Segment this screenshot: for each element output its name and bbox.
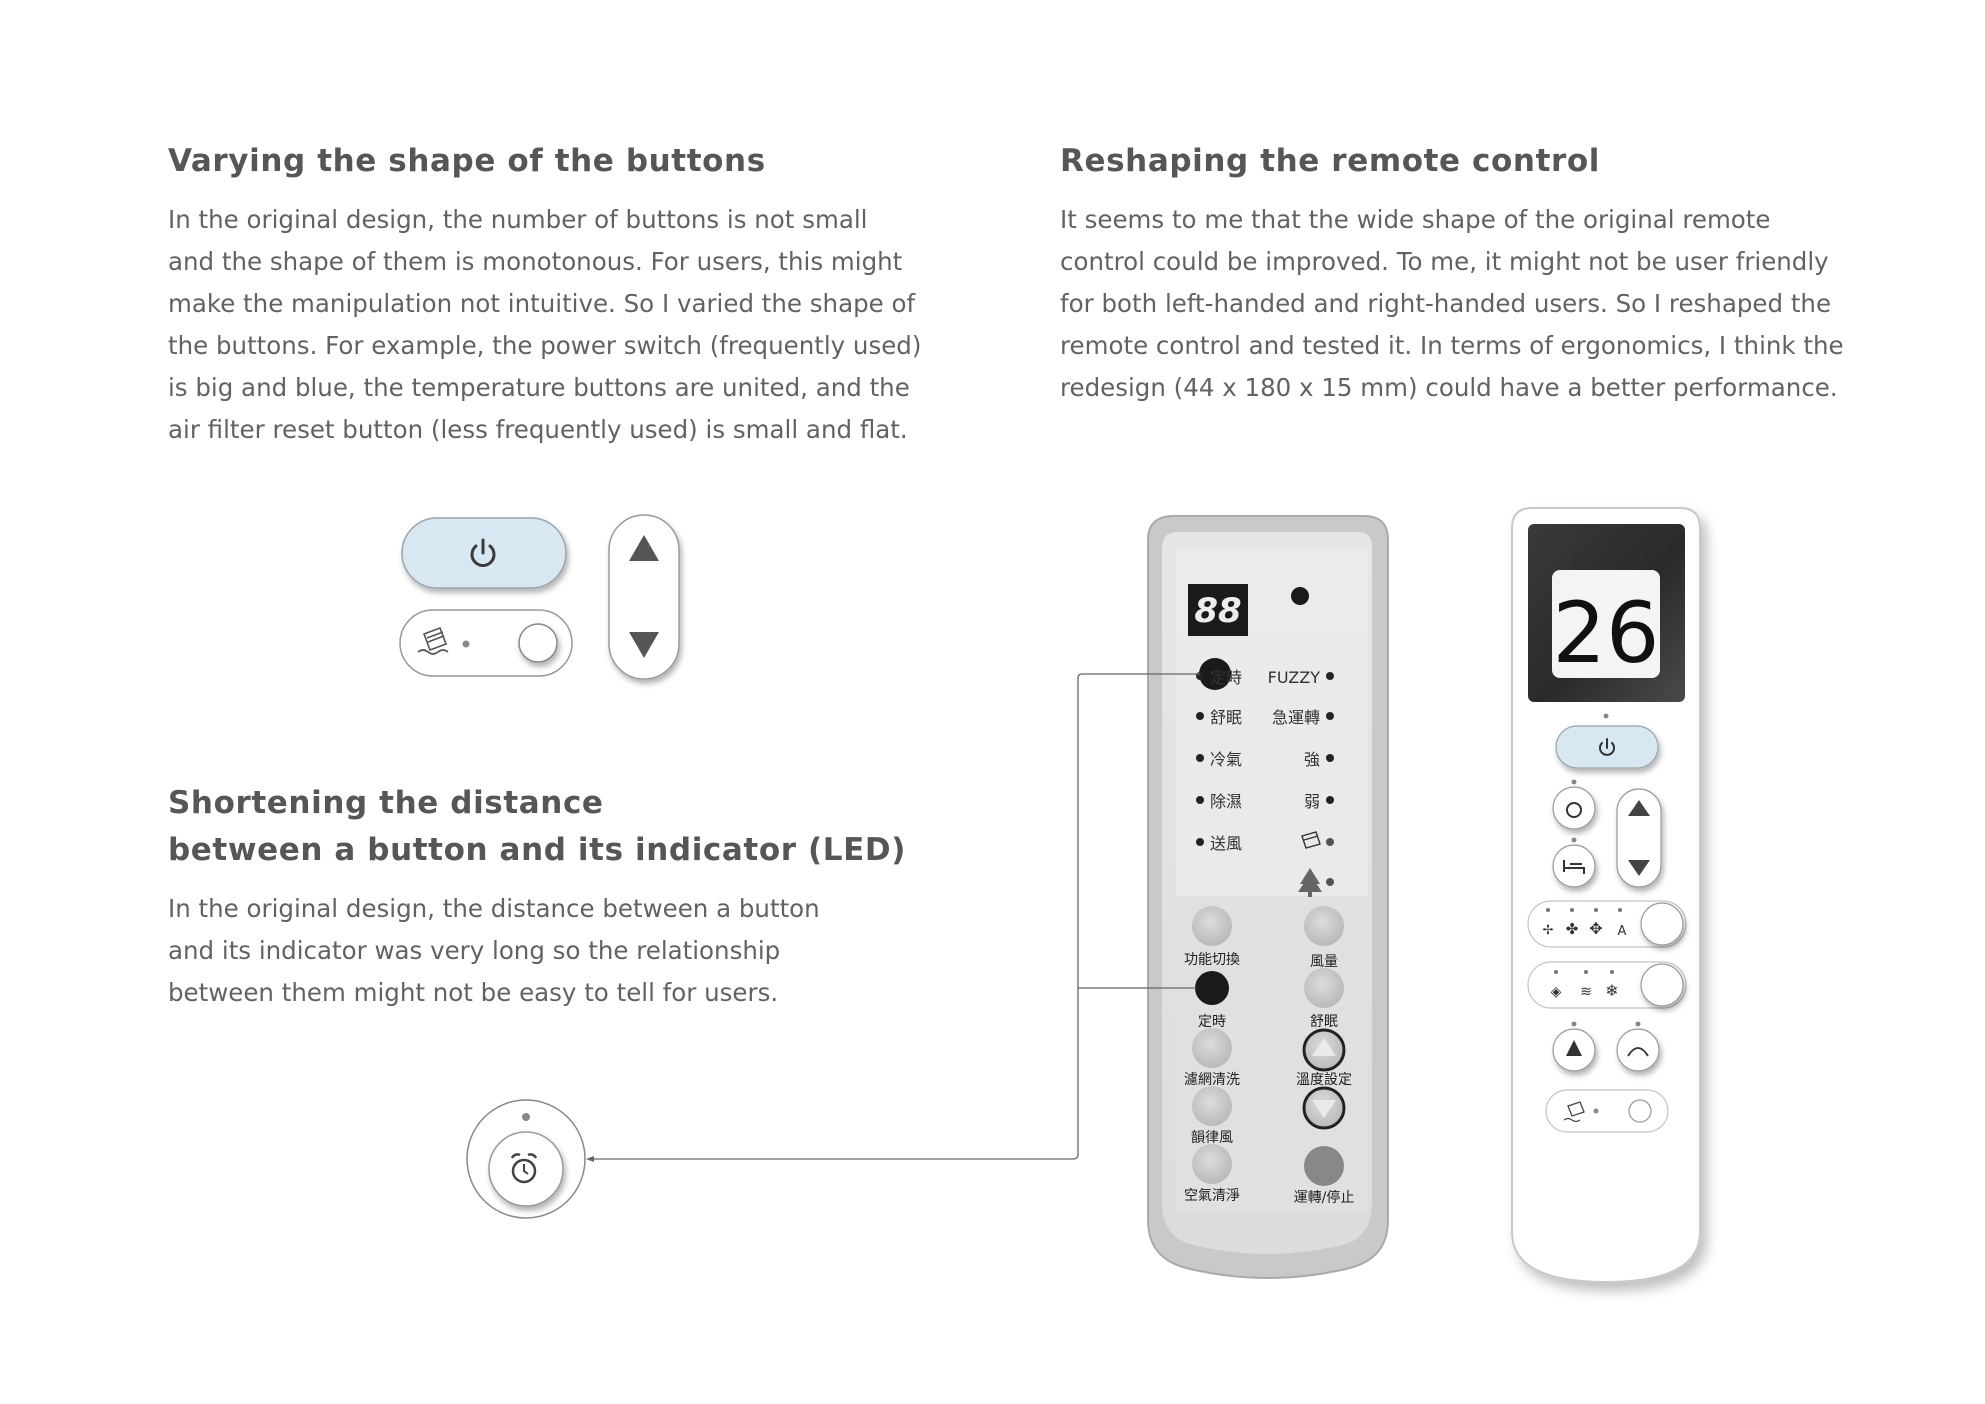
- snowflake-icon: ❄: [1605, 981, 1618, 1000]
- led-dot: [1635, 1021, 1641, 1027]
- led-label-timer: 定時: [1210, 668, 1242, 687]
- filter-reset-button[interactable]: [1628, 1099, 1652, 1123]
- alarm-button[interactable]: [1552, 786, 1596, 830]
- led-dot: [1570, 908, 1574, 912]
- connector-arrowhead: [586, 1156, 594, 1162]
- led-label-turbo: 急運轉: [1272, 708, 1320, 727]
- sleep-button[interactable]: [1304, 968, 1344, 1008]
- timer-button[interactable]: [1195, 971, 1229, 1005]
- new-power-button[interactable]: [1555, 725, 1659, 769]
- led-dot: [1610, 970, 1614, 974]
- led-dot: [1326, 754, 1334, 762]
- air-clean-label: 空氣清淨: [1184, 1188, 1240, 1204]
- ir-sensor: [1291, 587, 1309, 605]
- fan-speed-label: 風量: [1310, 954, 1338, 970]
- led-dot: [1196, 796, 1204, 804]
- timer-label: 定時: [1198, 1014, 1226, 1030]
- alarm-button-sample[interactable]: [466, 1099, 586, 1219]
- led-dot: [522, 1113, 530, 1121]
- led-dot: [1571, 837, 1577, 843]
- led-dot: [1618, 908, 1622, 912]
- led-dot: [1326, 838, 1334, 846]
- led-dot: [1603, 713, 1609, 719]
- led-dot: [1326, 796, 1334, 804]
- fan-mode-row: ✢ ✤ ✥ A: [1527, 900, 1687, 948]
- led-dot: [1593, 1108, 1599, 1114]
- small-flat-button[interactable]: [518, 623, 558, 663]
- led-dot: [1584, 970, 1588, 974]
- air-clean-button[interactable]: [1192, 1144, 1232, 1184]
- new-display-value: 26: [1553, 584, 1660, 682]
- led-label-fan: 送風: [1210, 834, 1242, 853]
- led-label-strong: 強: [1304, 750, 1320, 769]
- dry-icon: ◈: [1551, 984, 1562, 1000]
- original-display-value: 88: [1194, 591, 1241, 631]
- fan-icon: ✢: [1543, 923, 1554, 938]
- led-dot: [1594, 908, 1598, 912]
- led-dot: [1196, 712, 1204, 720]
- led-dot: [1196, 838, 1204, 846]
- temp-set-label: 溫度設定: [1296, 1072, 1352, 1088]
- temp-rocker[interactable]: [1616, 788, 1662, 888]
- illustration-canvas: 88 定時 舒眠 冷氣 除濕 送風 FUZZY 急運轉 強 弱 功能切換 風量 …: [399, 507, 1701, 1284]
- temperature-button-sample[interactable]: [608, 514, 680, 680]
- new-remote: 26 ✢ ✤ ✥ A ◈ ≋ ❄: [1511, 507, 1701, 1284]
- power-button-sample[interactable]: [401, 517, 567, 589]
- function-button[interactable]: [1192, 906, 1232, 946]
- led-label-sleep: 舒眠: [1210, 708, 1242, 727]
- run-stop-button[interactable]: [1304, 1146, 1344, 1186]
- sleep-label: 舒眠: [1310, 1014, 1338, 1030]
- fan-icon: ✤: [1566, 920, 1579, 938]
- temp-down-button[interactable]: [1302, 1086, 1346, 1130]
- filter-clean-label: 濾網清洗: [1184, 1072, 1240, 1088]
- fan-speed-button[interactable]: [1304, 906, 1344, 946]
- function-label: 功能切換: [1184, 952, 1240, 968]
- air-clean-button[interactable]: [1552, 1028, 1596, 1072]
- led-dot: [1326, 712, 1334, 720]
- led-label-dry: 除濕: [1210, 792, 1242, 811]
- ac-mode-button[interactable]: [1640, 963, 1684, 1007]
- led-dot: [1196, 754, 1204, 762]
- fan-mode-button[interactable]: [1640, 902, 1684, 946]
- run-stop-label: 運轉/停止: [1294, 1189, 1355, 1206]
- filter-reset-sample[interactable]: [399, 609, 573, 677]
- sleep-button[interactable]: [1552, 844, 1596, 888]
- led-dot: [1546, 908, 1550, 912]
- wind-icon: ≋: [1580, 984, 1592, 1000]
- swing-button[interactable]: [1616, 1028, 1660, 1072]
- led-dot: [1554, 970, 1558, 974]
- original-remote: 88 定時 舒眠 冷氣 除濕 送風 FUZZY 急運轉 強 弱 功能切換 風量 …: [1147, 515, 1389, 1279]
- connector-lines: [588, 673, 1200, 1160]
- fan-auto-label: A: [1618, 924, 1627, 939]
- led-label-cool: 冷氣: [1210, 750, 1242, 769]
- filter-clean-button[interactable]: [1192, 1028, 1232, 1068]
- led-dot: [1196, 672, 1204, 680]
- led-label-fuzzy: FUZZY: [1268, 668, 1321, 687]
- ac-mode-row: ◈ ≋ ❄: [1527, 961, 1687, 1009]
- led-dot: [1571, 1021, 1577, 1027]
- led-dot: [1326, 672, 1334, 680]
- led-label-weak: 弱: [1304, 792, 1320, 811]
- temp-up-button[interactable]: [1302, 1028, 1346, 1072]
- filter-reset-row: [1545, 1089, 1669, 1133]
- rhythm-wind-button[interactable]: [1192, 1086, 1232, 1126]
- rhythm-wind-label: 韻律風: [1191, 1130, 1233, 1146]
- fan-icon: ✥: [1589, 919, 1602, 938]
- led-dot: [462, 640, 470, 648]
- led-dot: [1571, 779, 1577, 785]
- led-dot: [1326, 878, 1334, 886]
